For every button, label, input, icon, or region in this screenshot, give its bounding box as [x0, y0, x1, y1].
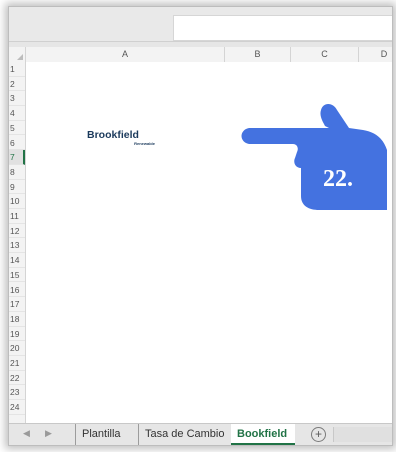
row-header-1[interactable]: 1	[9, 62, 25, 77]
tab-scroll-right-icon[interactable]: ▶	[45, 428, 52, 439]
column-header-a[interactable]: A	[26, 47, 225, 62]
row-header-17[interactable]: 17	[9, 297, 25, 312]
row-header-11[interactable]: 11	[9, 209, 25, 224]
row-header-22[interactable]: 22	[9, 371, 25, 386]
logo-sub-text: Renewable	[134, 141, 155, 146]
row-header-23[interactable]: 23	[9, 385, 25, 401]
select-all-button[interactable]	[9, 47, 26, 62]
row-header-column: 1 2 3 4 5 6 7 8 9 10 11 12 13 14 15 16 17 18 19 20 21 22 23 24	[9, 62, 26, 423]
row-header-21[interactable]: 21	[9, 356, 25, 371]
row-header-10[interactable]: 10	[9, 194, 25, 209]
tab-plantilla[interactable]: Plantilla	[75, 424, 127, 445]
brookfield-logo: Brookfield Renewable	[87, 129, 157, 147]
formula-bar[interactable]	[173, 15, 392, 41]
worksheet: A B C D 1 2 3 4 5 6 7 8 9 10 11 12 13 14 15 16 17 18 19 20 2…	[9, 47, 392, 423]
add-sheet-button[interactable]: +	[311, 427, 326, 442]
column-header-row: A B C D	[9, 47, 392, 63]
excel-window: A B C D 1 2 3 4 5 6 7 8 9 10 11 12 13 14 15 16 17 18 19 20 2…	[8, 6, 393, 446]
sheet-tab-bar: ◀ ▶ Plantilla Tasa de Cambio Bookfield +	[9, 423, 392, 445]
row-header-5[interactable]: 5	[9, 121, 25, 136]
row-header-13[interactable]: 13	[9, 238, 25, 254]
column-header-c[interactable]: C	[291, 47, 359, 62]
tab-tasa-de-cambio[interactable]: Tasa de Cambio	[138, 424, 231, 445]
row-header-2[interactable]: 2	[9, 77, 25, 92]
horizontal-scrollbar[interactable]	[333, 427, 392, 442]
row-header-20[interactable]: 20	[9, 341, 25, 356]
pointing-hand-icon	[241, 104, 387, 210]
select-all-icon	[17, 54, 23, 60]
row-header-6[interactable]: 6	[9, 136, 25, 151]
row-header-24[interactable]: 24	[9, 400, 25, 415]
row-header-3[interactable]: 3	[9, 91, 25, 107]
callout-number: 22.	[323, 166, 353, 192]
row-header-8[interactable]: 8	[9, 165, 25, 180]
row-header-12[interactable]: 12	[9, 224, 25, 239]
tab-bookfield[interactable]: Bookfield	[231, 424, 295, 445]
row-header-9[interactable]: 9	[9, 180, 25, 195]
column-header-b[interactable]: B	[225, 47, 291, 62]
row-header-4[interactable]: 4	[9, 106, 25, 121]
row-header-18[interactable]: 18	[9, 312, 25, 327]
row-header-19[interactable]: 19	[9, 327, 25, 342]
row-header-14[interactable]: 14	[9, 253, 25, 268]
row-header-15[interactable]: 15	[9, 268, 25, 283]
row-header-16[interactable]: 16	[9, 283, 25, 298]
column-header-d[interactable]: D	[359, 47, 392, 62]
tab-scroll-left-icon[interactable]: ◀	[23, 428, 30, 439]
pointing-hand-callout: 22.	[241, 104, 387, 210]
row-header-7[interactable]: 7	[9, 150, 25, 165]
logo-main-text: Brookfield	[87, 129, 139, 141]
toolbar-strip	[9, 7, 392, 42]
